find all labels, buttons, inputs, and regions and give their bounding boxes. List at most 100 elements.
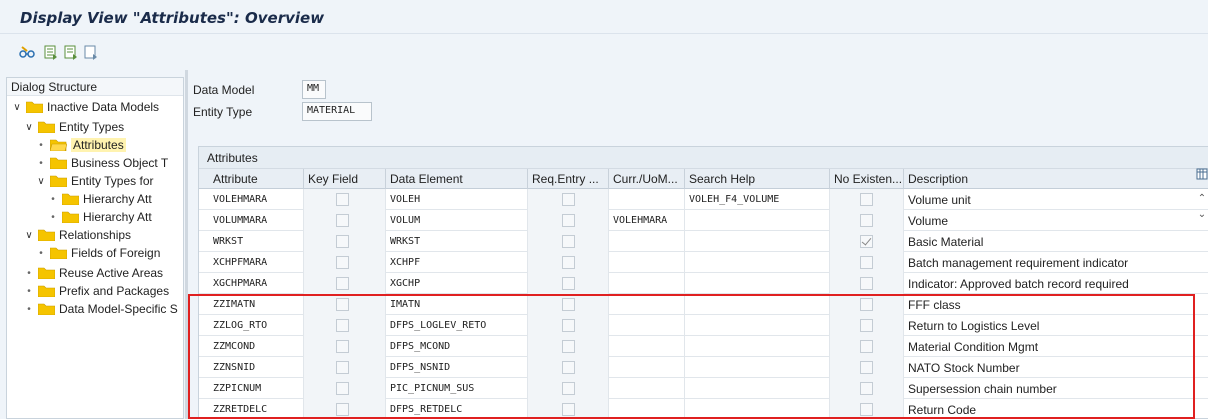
req-entry-checkbox[interactable] xyxy=(562,235,575,248)
req-entry-checkbox[interactable] xyxy=(562,319,575,332)
tree-item-label: Attributes xyxy=(71,138,126,152)
tree-item[interactable]: • Prefix and Packages xyxy=(23,282,169,300)
table-row[interactable]: ZZPICNUM PIC_PICNUM_SUS Supersession chain… xyxy=(199,378,1208,399)
table-row[interactable]: ZZNSNID DFPS_NSNID NATO Stock Number xyxy=(199,357,1208,378)
key-field-checkbox[interactable] xyxy=(336,256,349,269)
search-help-cell: VOLEH_F4_VOLUME xyxy=(685,189,830,210)
expand-chevron-icon[interactable]: ∨ xyxy=(23,230,35,241)
expand-chevron-icon[interactable]: ∨ xyxy=(11,102,23,113)
select-all-icon[interactable] xyxy=(42,43,60,61)
search-help-cell xyxy=(685,399,830,418)
search-help-cell xyxy=(685,294,830,315)
table-row[interactable]: ZZLOG_RTO DFPS_LOGLEV_RETO Return to Logis… xyxy=(199,315,1208,336)
req-entry-checkbox[interactable] xyxy=(562,277,575,290)
column-header[interactable]: Description xyxy=(904,169,1208,189)
no-existence-checkbox[interactable] xyxy=(860,319,873,332)
column-header[interactable]: Key Field xyxy=(304,169,386,189)
column-header[interactable]: No Existen... xyxy=(830,169,904,189)
req-entry-checkbox[interactable] xyxy=(562,256,575,269)
search-help-cell xyxy=(685,231,830,252)
table-row[interactable]: VOLEHMARA VOLEH VOLEH_F4_VOLUME Volume unit xyxy=(199,189,1208,210)
req-entry-checkbox[interactable] xyxy=(562,382,575,395)
expand-chevron-icon[interactable]: ∨ xyxy=(23,122,35,133)
key-field-cell xyxy=(304,273,386,294)
no-existence-checkbox[interactable] xyxy=(860,298,873,311)
search-help-cell xyxy=(685,252,830,273)
deselect-all-icon[interactable] xyxy=(82,43,100,61)
column-header[interactable]: Data Element xyxy=(386,169,528,189)
column-header[interactable]: Search Help xyxy=(685,169,830,189)
key-field-checkbox[interactable] xyxy=(336,319,349,332)
no-existence-cell xyxy=(830,357,904,378)
scroll-up-icon[interactable]: ⌃ xyxy=(1196,193,1208,205)
tree-item[interactable]: • Business Object T xyxy=(35,154,168,172)
key-field-checkbox[interactable] xyxy=(336,193,349,206)
key-field-checkbox[interactable] xyxy=(336,340,349,353)
tree-item[interactable]: ∨ Entity Types xyxy=(23,118,124,136)
tree-item[interactable]: • Hierarchy Att xyxy=(47,208,151,226)
table-row[interactable]: ZZMCOND DFPS_MCOND Material Condition Mgmt xyxy=(199,336,1208,357)
tree-item[interactable]: ∨ Entity Types for xyxy=(35,172,153,190)
no-existence-checkbox[interactable] xyxy=(860,340,873,353)
search-help-cell xyxy=(685,273,830,294)
tree-item-label: Fields of Foreign xyxy=(71,246,161,260)
key-field-checkbox[interactable] xyxy=(336,298,349,311)
no-existence-checkbox[interactable] xyxy=(860,382,873,395)
tree-item[interactable]: ∨ Relationships xyxy=(23,226,131,244)
key-field-checkbox[interactable] xyxy=(336,214,349,227)
key-field-checkbox[interactable] xyxy=(336,235,349,248)
req-entry-checkbox[interactable] xyxy=(562,403,575,416)
no-existence-checkbox[interactable] xyxy=(860,277,873,290)
req-entry-checkbox[interactable] xyxy=(562,193,575,206)
table-row[interactable]: ZZRETDELC DFPS_RETDELC Return Code xyxy=(199,399,1208,418)
table-row[interactable]: XCHPFMARA XCHPF Batch management requireme… xyxy=(199,252,1208,273)
no-existence-checkbox[interactable] xyxy=(860,403,873,416)
tree-item[interactable]: • Hierarchy Att xyxy=(47,190,151,208)
req-entry-checkbox[interactable] xyxy=(562,298,575,311)
table-row[interactable]: XGCHPMARA XGCHP Indicator: Approved batch … xyxy=(199,273,1208,294)
no-existence-checkbox[interactable] xyxy=(860,214,873,227)
no-existence-cell xyxy=(830,210,904,231)
key-field-checkbox[interactable] xyxy=(336,361,349,374)
no-existence-cell xyxy=(830,252,904,273)
column-header[interactable]: Attribute xyxy=(209,169,304,189)
no-existence-checkbox[interactable] xyxy=(860,193,873,206)
bullet-icon: • xyxy=(27,285,31,297)
tree-item[interactable]: • Attributes xyxy=(35,136,126,154)
glasses-display-icon[interactable] xyxy=(18,43,36,61)
key-field-checkbox[interactable] xyxy=(336,382,349,395)
dialog-structure-panel: Dialog Structure ∨ Inactive Data Models ∨ E… xyxy=(6,77,184,419)
search-help-cell xyxy=(685,357,830,378)
key-field-checkbox[interactable] xyxy=(336,403,349,416)
column-header[interactable]: Curr./UoM... xyxy=(609,169,685,189)
key-field-checkbox[interactable] xyxy=(336,277,349,290)
tree-item[interactable]: • Data Model-Specific S xyxy=(23,300,177,318)
tree-item[interactable]: • Fields of Foreign xyxy=(35,244,160,262)
scroll-down-icon[interactable]: ⌄ xyxy=(1196,209,1208,221)
attribute-cell: XGCHPMARA xyxy=(209,273,304,294)
tree-item-label: Entity Types for xyxy=(71,174,154,188)
req-entry-checkbox[interactable] xyxy=(562,214,575,227)
description-cell: Basic Material xyxy=(904,231,1208,252)
table-row[interactable]: VOLUMMARA VOLUM VOLEHMARA Volume xyxy=(199,210,1208,231)
tree-item[interactable]: • Reuse Active Areas xyxy=(23,264,163,282)
no-existence-checkbox[interactable] xyxy=(860,256,873,269)
key-field-cell xyxy=(304,399,386,418)
vertical-scrollbar[interactable]: ⌃ ⌄ xyxy=(1196,165,1208,419)
main-area: Data Model MM Entity Type MATERIAL Attri… xyxy=(188,70,1208,419)
column-header[interactable]: Req.Entry ... xyxy=(528,169,609,189)
table-row[interactable]: ZZIMATN IMATN FFF class xyxy=(199,294,1208,315)
req-entry-checkbox[interactable] xyxy=(562,340,575,353)
entity-type-field[interactable]: MATERIAL xyxy=(302,102,372,121)
tree-item[interactable]: ∨ Inactive Data Models xyxy=(11,98,159,116)
table-row[interactable]: WRKST WRKST Basic Material xyxy=(199,231,1208,252)
data-model-field[interactable]: MM xyxy=(302,80,326,99)
folder-icon xyxy=(38,229,55,241)
req-entry-checkbox[interactable] xyxy=(562,361,575,374)
select-block-icon[interactable] xyxy=(62,43,80,61)
attribute-cell: ZZMCOND xyxy=(209,336,304,357)
expand-chevron-icon[interactable]: ∨ xyxy=(35,176,47,187)
no-existence-checkbox[interactable] xyxy=(860,361,873,374)
req-entry-cell xyxy=(528,231,609,252)
no-existence-checkbox[interactable] xyxy=(860,235,873,248)
